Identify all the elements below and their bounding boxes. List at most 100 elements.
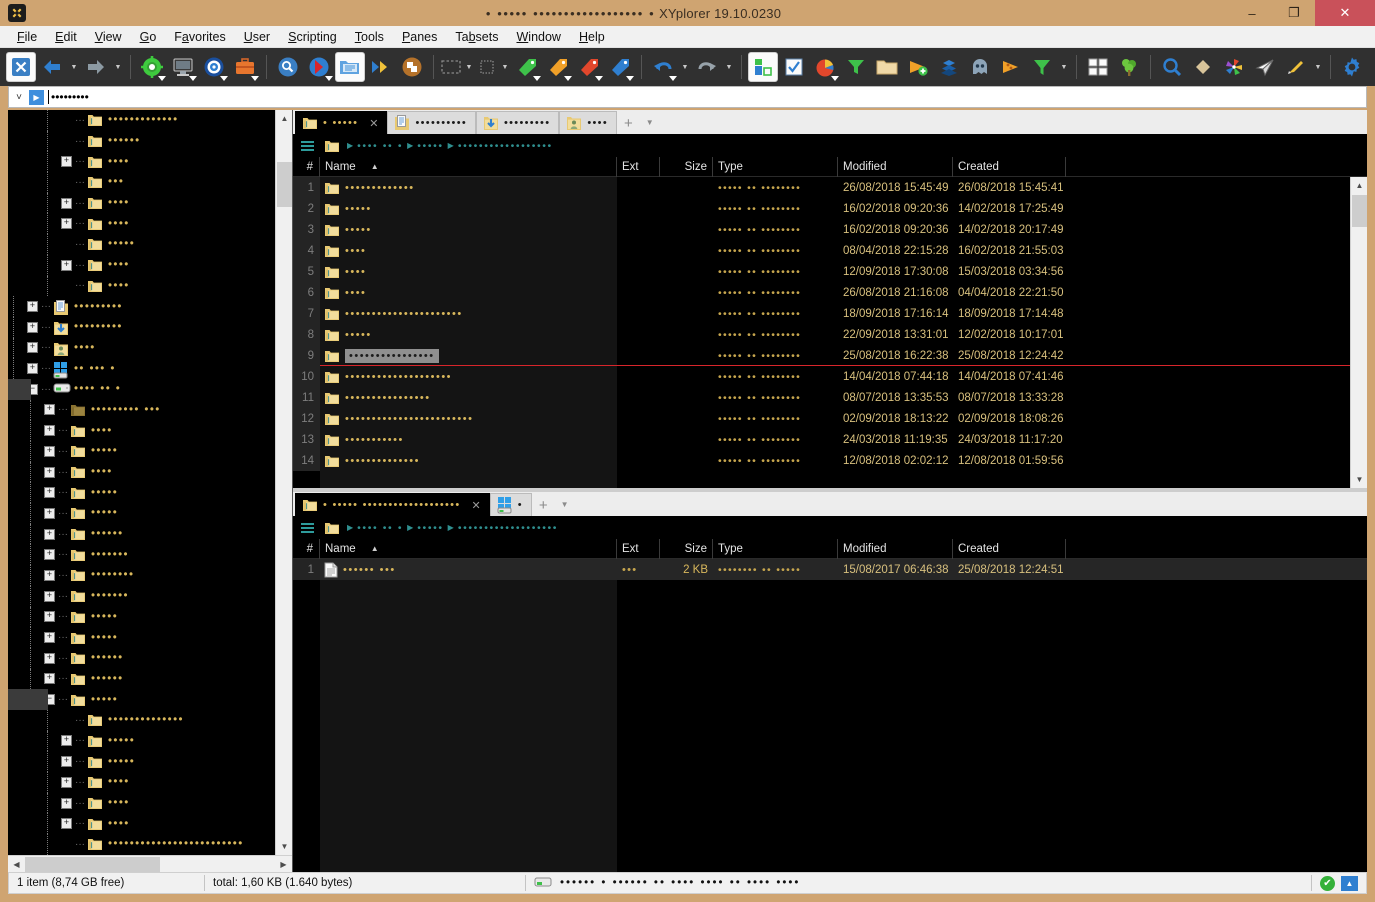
menu-tabsets[interactable]: Tabsets <box>446 28 507 46</box>
dropdown-marker[interactable] <box>251 76 259 81</box>
table-row[interactable]: 5 •••• ••••• •• •••••••• 12/09/2018 17:30:0… <box>293 261 1350 282</box>
column-header-name[interactable]: Name ▲ <box>320 538 617 559</box>
tree-expand-toggle[interactable]: + <box>44 507 55 519</box>
desktop-icon[interactable] <box>168 52 198 82</box>
breadcrumb-segment[interactable]: •••• •• • <box>357 140 403 152</box>
menu-favorites[interactable]: Favorites <box>165 28 234 46</box>
menu-user[interactable]: User <box>235 28 279 46</box>
tab-list-dropdown-icon[interactable]: ▼ <box>555 494 575 516</box>
list-scroll-up-icon[interactable]: ▲ <box>1351 177 1367 194</box>
top-list-vscroll-thumb[interactable] <box>1352 195 1367 227</box>
tree-expand-toggle[interactable]: + <box>44 549 55 561</box>
tree-expand-toggle[interactable]: + <box>44 590 55 602</box>
tag-blue-icon[interactable] <box>605 52 635 82</box>
tree-expand-toggle[interactable]: + <box>44 404 55 416</box>
new-tab-button[interactable]: + <box>532 496 555 516</box>
pane-tab[interactable]: • ••••• ••••••••••••••••••• ✕ <box>295 493 490 516</box>
menu-window[interactable]: Window <box>507 28 569 46</box>
undo-dropdown-caret[interactable]: ▼ <box>679 64 691 71</box>
column-header-num[interactable]: # <box>293 538 320 559</box>
tree-expand-toggle[interactable]: + <box>44 445 55 457</box>
tree-expand-toggle[interactable]: + <box>44 425 55 437</box>
cell-name[interactable]: •••••••••••••••• <box>320 387 617 408</box>
table-row[interactable]: 4 •••• ••••• •• •••••••• 08/04/2018 22:15:2… <box>293 240 1350 261</box>
tree-expand-toggle[interactable]: + <box>61 818 72 830</box>
tree-vertical-scrollbar[interactable]: ▲ ▼ <box>275 110 292 855</box>
column-header-ext[interactable]: Ext <box>617 538 660 559</box>
table-row[interactable]: 8 ••••• ••••• •• •••••••• 22/09/2018 13:31:… <box>293 324 1350 345</box>
top-pane-column-headers[interactable]: # Name ▲ Ext Size Type Modified Created <box>293 156 1367 177</box>
tree-vscroll-thumb[interactable] <box>277 162 292 207</box>
folder-view-settings-icon[interactable] <box>872 52 902 82</box>
close-tab-icon[interactable] <box>6 52 36 82</box>
tree-expand-toggle[interactable]: + <box>27 321 38 333</box>
cell-name[interactable]: •••••••••••••••• <box>320 345 617 366</box>
tree-node[interactable]: ··· ••• <box>8 172 276 193</box>
tree-node[interactable]: + ··· ••••• <box>8 730 276 752</box>
tree-node[interactable]: ··· •••• <box>8 275 276 297</box>
tree-node[interactable]: + ··· ••••• <box>8 751 276 772</box>
checkbox-select-icon[interactable] <box>779 52 809 82</box>
tree-node[interactable]: + ··· •••••• <box>8 668 276 690</box>
cell-name[interactable]: •••••••••••••••••••••• <box>320 303 617 324</box>
pane-tab[interactable]: •••••••••• <box>387 111 476 134</box>
tree-node[interactable]: + ··· •••• <box>8 461 276 483</box>
close-button[interactable]: ✕ <box>1315 0 1375 26</box>
column-header-mod[interactable]: Modified <box>838 156 953 177</box>
folder-icon[interactable] <box>324 138 340 154</box>
tree-node[interactable]: + ··· •••• <box>8 213 276 235</box>
pane-tab[interactable]: ••••••••• <box>476 111 560 134</box>
menu-scripting[interactable]: Scripting <box>279 28 346 46</box>
pane-tab[interactable]: •••• <box>559 111 617 134</box>
table-row[interactable]: 10 •••••••••••••••••••• ••••• •• •••••••• 1… <box>293 366 1350 387</box>
tree-expand-toggle[interactable]: + <box>61 197 72 209</box>
tree-expand-toggle[interactable]: + <box>61 259 72 271</box>
fast-forward-icon[interactable] <box>366 52 396 82</box>
filter-funnel-icon[interactable] <box>1027 52 1057 82</box>
tree-node[interactable]: + ··· •••• <box>8 254 276 276</box>
menu-help[interactable]: Help <box>570 28 614 46</box>
tree-node[interactable]: + ··· •••••• <box>8 647 276 669</box>
back-dropdown-caret[interactable]: ▼ <box>68 64 80 71</box>
preview-zoom-icon[interactable] <box>1157 52 1187 82</box>
top-list-vertical-scrollbar[interactable]: ▲ ▼ <box>1350 177 1367 488</box>
paper-folder-icon[interactable] <box>335 52 365 82</box>
column-header-cre[interactable]: Created <box>953 538 1066 559</box>
menu-go[interactable]: Go <box>131 28 166 46</box>
tree-node[interactable]: + ··· ••••• <box>8 606 276 628</box>
table-row[interactable]: 9 •••••••••••••••• ••••• •• •••••••• 25/08/… <box>293 345 1350 366</box>
table-row[interactable]: 11 •••••••••••••••• ••••• •• •••••••• 08/07… <box>293 387 1350 408</box>
highlighter-icon[interactable] <box>1281 52 1311 82</box>
cell-name[interactable]: ••••• <box>320 324 617 345</box>
dropdown-marker[interactable] <box>220 76 228 81</box>
color-filter-icon[interactable] <box>1219 52 1249 82</box>
dropdown-marker[interactable] <box>564 76 572 81</box>
breadcrumb-segment[interactable]: •••••••••••••••••• <box>458 140 553 152</box>
cell-name[interactable]: •••••••••••••••••••••••• <box>320 408 617 429</box>
cell-name[interactable]: ••••• <box>320 219 617 240</box>
tree-expand-toggle[interactable]: + <box>27 363 38 375</box>
tree-node[interactable]: + ··· •••• <box>8 772 276 793</box>
tab-list-dropdown-icon[interactable]: ▼ <box>640 112 660 134</box>
table-row[interactable]: 13 ••••••••••• ••••• •• •••••••• 24/03/2018… <box>293 429 1350 450</box>
tree-expand-toggle[interactable]: + <box>61 756 72 768</box>
tree-node[interactable]: + ··· ••••• <box>8 482 276 504</box>
select-all-icon[interactable] <box>440 52 462 82</box>
tree-expand-toggle[interactable]: + <box>44 673 55 685</box>
cell-name[interactable]: ••••••••••• <box>320 429 617 450</box>
tree-node[interactable]: + ··· ••••• <box>8 503 276 524</box>
breadcrumb-segment[interactable]: •••• •• • <box>357 522 403 534</box>
tree-expand-toggle[interactable]: + <box>61 776 72 788</box>
table-row[interactable]: 7 •••••••••••••••••••••• ••••• •• ••••••••… <box>293 303 1350 324</box>
cell-name[interactable]: ••••• <box>320 198 617 219</box>
folder-tree-pane[interactable]: ··· ••••••••••••• ··· •••••• + ··· •••• ··· ••• +… <box>8 110 293 872</box>
tree-node[interactable]: + ··· •••• <box>8 813 276 835</box>
go-to-target-icon[interactable] <box>137 52 167 82</box>
tree-node[interactable]: + ··· •••• <box>8 337 276 359</box>
column-header-cre[interactable]: Created <box>953 156 1066 177</box>
pane-tab[interactable]: • <box>489 493 532 516</box>
select-none-dropdown-caret[interactable]: ▼ <box>499 64 511 71</box>
column-header-num[interactable]: # <box>293 156 320 177</box>
menu-tools[interactable]: Tools <box>346 28 393 46</box>
dropdown-marker[interactable] <box>831 76 839 81</box>
